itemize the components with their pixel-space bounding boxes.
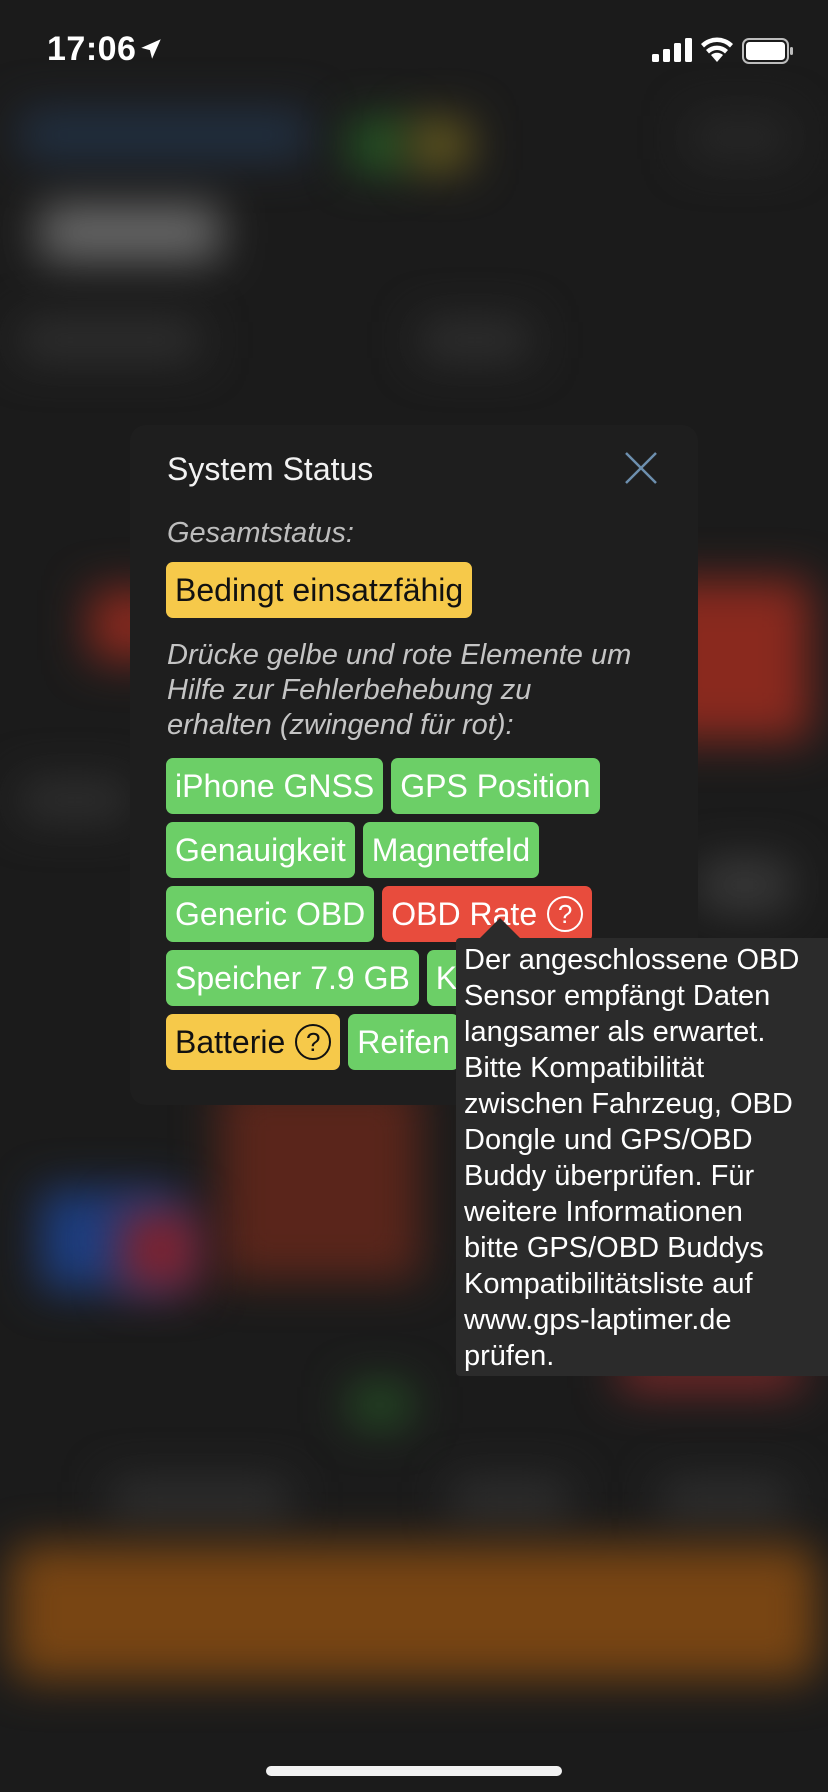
chip-label: GPS Position xyxy=(400,768,591,804)
popup-title: System Status xyxy=(167,451,374,487)
chip-label: iPhone GNSS xyxy=(175,768,375,804)
chip-label: Reifen xyxy=(357,1024,450,1060)
tooltip-arrow xyxy=(478,918,522,940)
chip-label: Batterie xyxy=(175,1024,286,1060)
chip-label: Genauigkeit xyxy=(175,832,346,868)
chip-gps-position[interactable]: GPS Position xyxy=(391,758,600,814)
chip-label: Generic OBD xyxy=(175,896,366,932)
chip-row: iPhone GNSS GPS Position xyxy=(166,758,686,814)
battery-icon xyxy=(742,38,793,64)
overall-status-badge: Bedingt einsatzfähig xyxy=(166,562,473,618)
chip-row: Genauigkeit Magnetfeld xyxy=(166,822,686,878)
status-time: 17:06 xyxy=(47,30,137,68)
close-icon[interactable] xyxy=(618,445,664,491)
chip-speicher[interactable]: Speicher 7.9 GB xyxy=(166,950,419,1006)
chip-genauigkeit[interactable]: Genauigkeit xyxy=(166,822,355,878)
chip-batterie[interactable]: Batterie? xyxy=(166,1014,341,1070)
home-indicator[interactable] xyxy=(266,1766,562,1776)
location-arrow-icon xyxy=(141,39,161,59)
chip-reifen[interactable]: Reifen xyxy=(348,1014,459,1070)
chip-label: Speicher 7.9 GB xyxy=(175,960,410,996)
tooltip-text: Der angeschlossene OBD Sensor empfängt D… xyxy=(464,944,800,1372)
chip-generic-obd[interactable]: Generic OBD xyxy=(166,886,375,942)
help-question-icon: ? xyxy=(295,1024,332,1060)
help-hint-text: Drücke gelbe und rote Elemente um Hilfe … xyxy=(167,639,632,741)
help-question-icon: ? xyxy=(547,896,584,932)
chip-label: K xyxy=(435,960,458,996)
wifi-icon xyxy=(701,37,733,62)
chip-row: Generic OBD OBD Rate? xyxy=(166,886,686,942)
overall-status-label: Gesamtstatus: xyxy=(167,517,354,549)
cellular-signal-icon xyxy=(652,38,692,62)
chip-iphone-gnss[interactable]: iPhone GNSS xyxy=(166,758,384,814)
obd-rate-tooltip[interactable]: Der angeschlossene OBD Sensor empfängt D… xyxy=(456,938,828,1376)
status-bar: 17:06 xyxy=(0,0,828,100)
chip-magnetfeld[interactable]: Magnetfeld xyxy=(362,822,540,878)
chip-label: Magnetfeld xyxy=(371,832,531,868)
